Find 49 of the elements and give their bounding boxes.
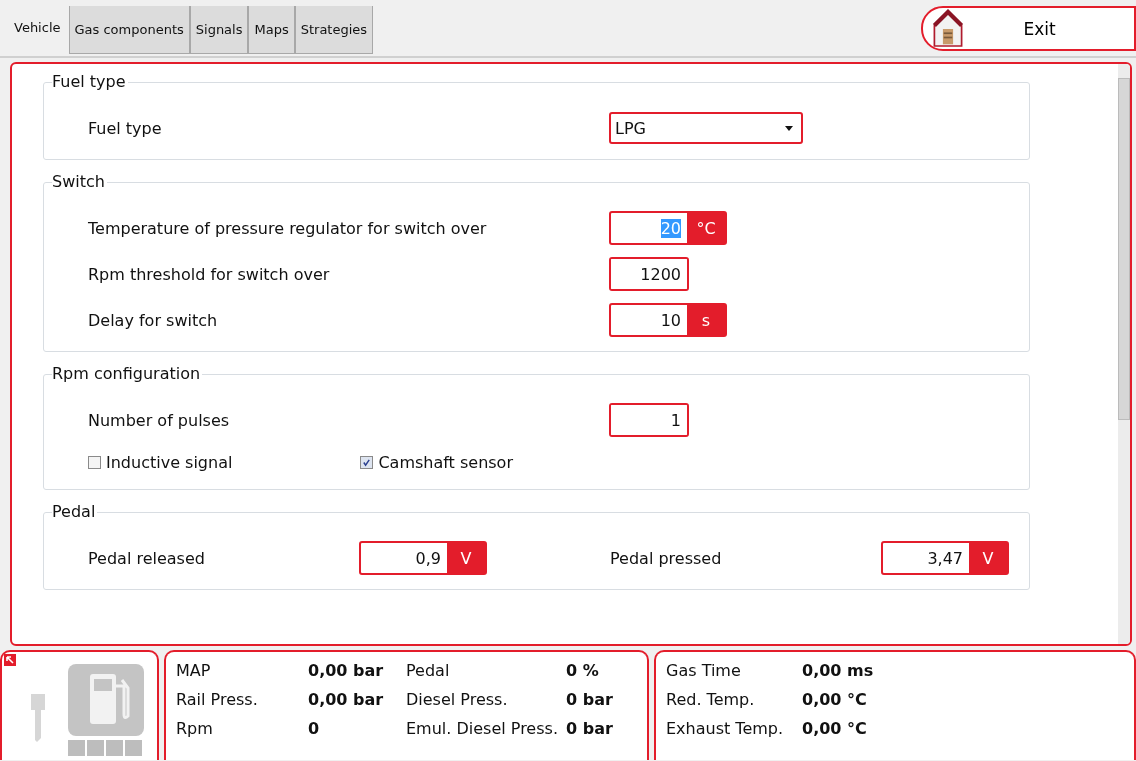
fuel-type-dropdown[interactable]: LPG — [609, 112, 803, 144]
key-icon — [30, 692, 46, 742]
number-field[interactable]: 1200 — [609, 257, 689, 291]
reading-label: Emul. Diesel Press. — [406, 719, 559, 738]
number-field[interactable]: 1 — [609, 403, 689, 437]
reading-value: 0,00 °C — [802, 690, 867, 709]
scroll-thumb[interactable] — [1118, 78, 1130, 420]
reading-value: 0 bar — [566, 690, 613, 709]
reading-value: 0,00 bar — [308, 661, 384, 680]
reading-label: Rpm — [176, 719, 214, 738]
reading-value: 0,00 °C — [802, 719, 867, 738]
field-label: Pedal pressed — [610, 548, 723, 568]
field-label: Delay for switch — [88, 310, 219, 330]
tab[interactable]: Strategies — [294, 6, 374, 54]
reading-label: Gas Time — [666, 661, 742, 680]
number-field[interactable]: 20 °C — [609, 211, 727, 245]
reading-label: Red. Temp. — [666, 690, 756, 709]
number-field[interactable]: 10 s — [609, 303, 727, 337]
reading-value: 0,00 ms — [802, 661, 874, 680]
group-title: Rpm configuration — [52, 364, 203, 383]
reading-value: 0 bar — [566, 719, 613, 738]
house-icon — [931, 8, 965, 49]
reading-value: 0 — [308, 719, 320, 738]
reading-value: 0,00 bar — [308, 690, 384, 709]
fuel-pump-icon — [68, 664, 144, 756]
group-title: Fuel type — [52, 72, 128, 91]
reading-label: Diesel Press. — [406, 690, 509, 709]
reading-label: MAP — [176, 661, 212, 680]
reading-label: Rail Press. — [176, 690, 259, 709]
check-icon — [362, 457, 372, 467]
field-label: Rpm threshold for switch over — [88, 264, 331, 284]
tab[interactable]: Maps — [248, 6, 295, 54]
field-label: Number of pulses — [88, 410, 231, 430]
checkbox[interactable]: Inductive signal — [88, 452, 233, 472]
caret-icon — [785, 125, 793, 131]
exit-button[interactable]: Exit — [921, 6, 1136, 51]
field-label: Pedal released — [88, 548, 206, 568]
reading-label: Exhaust Temp. — [666, 719, 785, 738]
field-label: Fuel type — [88, 118, 163, 138]
field-label: Temperature of pressure regulator for switch over — [88, 218, 488, 238]
checkbox[interactable]: Camshaft sensor — [360, 452, 513, 472]
number-field[interactable]: 0,9 V — [359, 541, 487, 575]
tab[interactable]: Signals — [189, 6, 249, 54]
reading-label: Pedal — [406, 661, 451, 680]
number-field[interactable]: 3,47 V — [881, 541, 1009, 575]
scrollbar[interactable] — [1118, 64, 1130, 644]
reading-value: 0 % — [566, 661, 599, 680]
tab[interactable]: Gas components — [68, 6, 190, 54]
expand-icon[interactable] — [4, 654, 16, 666]
